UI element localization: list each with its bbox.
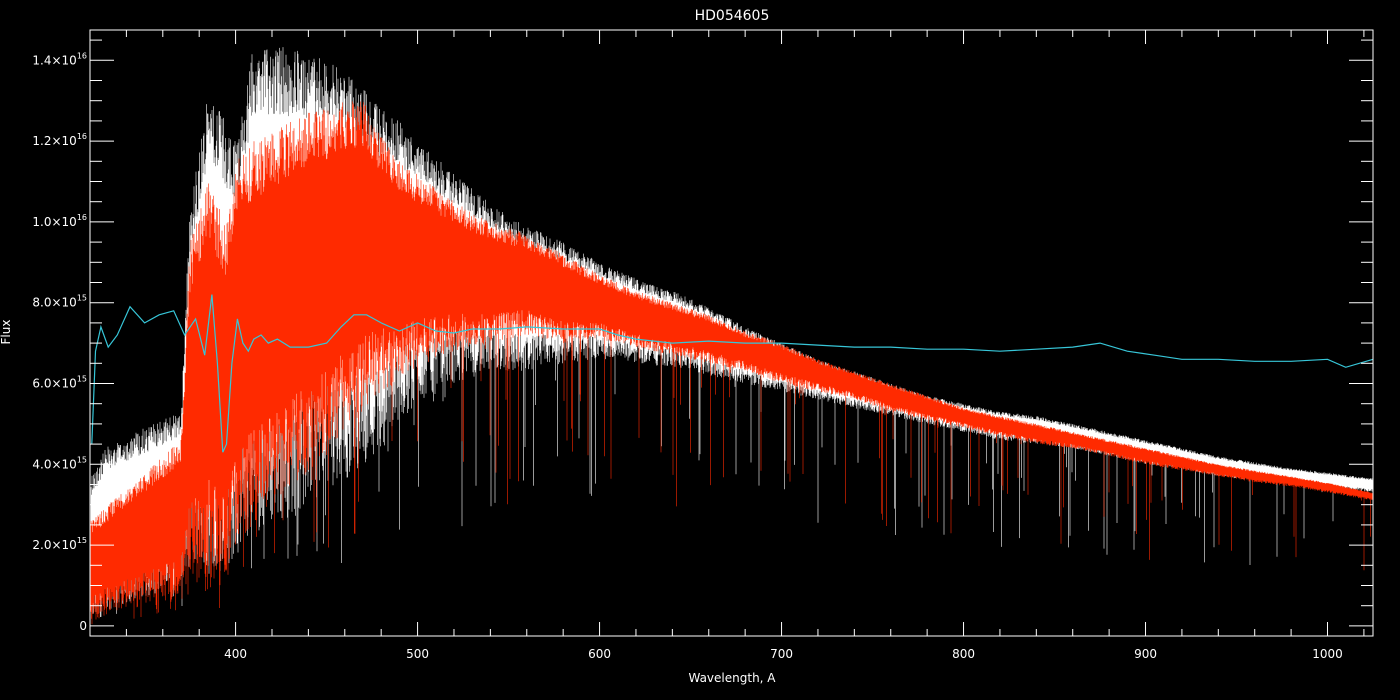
y-tick-label: 2.0×1015: [32, 536, 87, 552]
x-tick-label: 900: [1134, 647, 1157, 661]
y-tick-label: 1.2×1016: [32, 132, 87, 148]
y-tick-label: 8.0×1015: [32, 294, 87, 310]
spectrum-chart: HD054605 400 500 600 700 800 900 1000 0 2.0×1015…: [0, 8, 1374, 685]
x-tick-label: 400: [224, 647, 247, 661]
model-spectrum-series: [90, 101, 1373, 625]
y-axis-label: Flux: [0, 320, 13, 345]
y-tick-label: 1.0×1016: [32, 213, 87, 229]
x-axis-label: Wavelength, A: [688, 671, 776, 685]
x-tick-label: 600: [588, 647, 611, 661]
y-tick-label: 4.0×1015: [32, 455, 87, 471]
model-spectrum-line: [90, 101, 1373, 625]
chart-title: HD054605: [695, 8, 770, 24]
y-tick-label: 1.4×1016: [32, 51, 87, 67]
series-layer: [90, 47, 1374, 625]
y-tick-label: 6.0×1015: [32, 375, 87, 391]
x-tick-label: 800: [952, 647, 975, 661]
x-tick-label: 1000: [1312, 647, 1343, 661]
x-tick-label: 500: [406, 647, 429, 661]
x-tick-label: 700: [770, 647, 793, 661]
y-tick-label: 0: [79, 619, 87, 633]
